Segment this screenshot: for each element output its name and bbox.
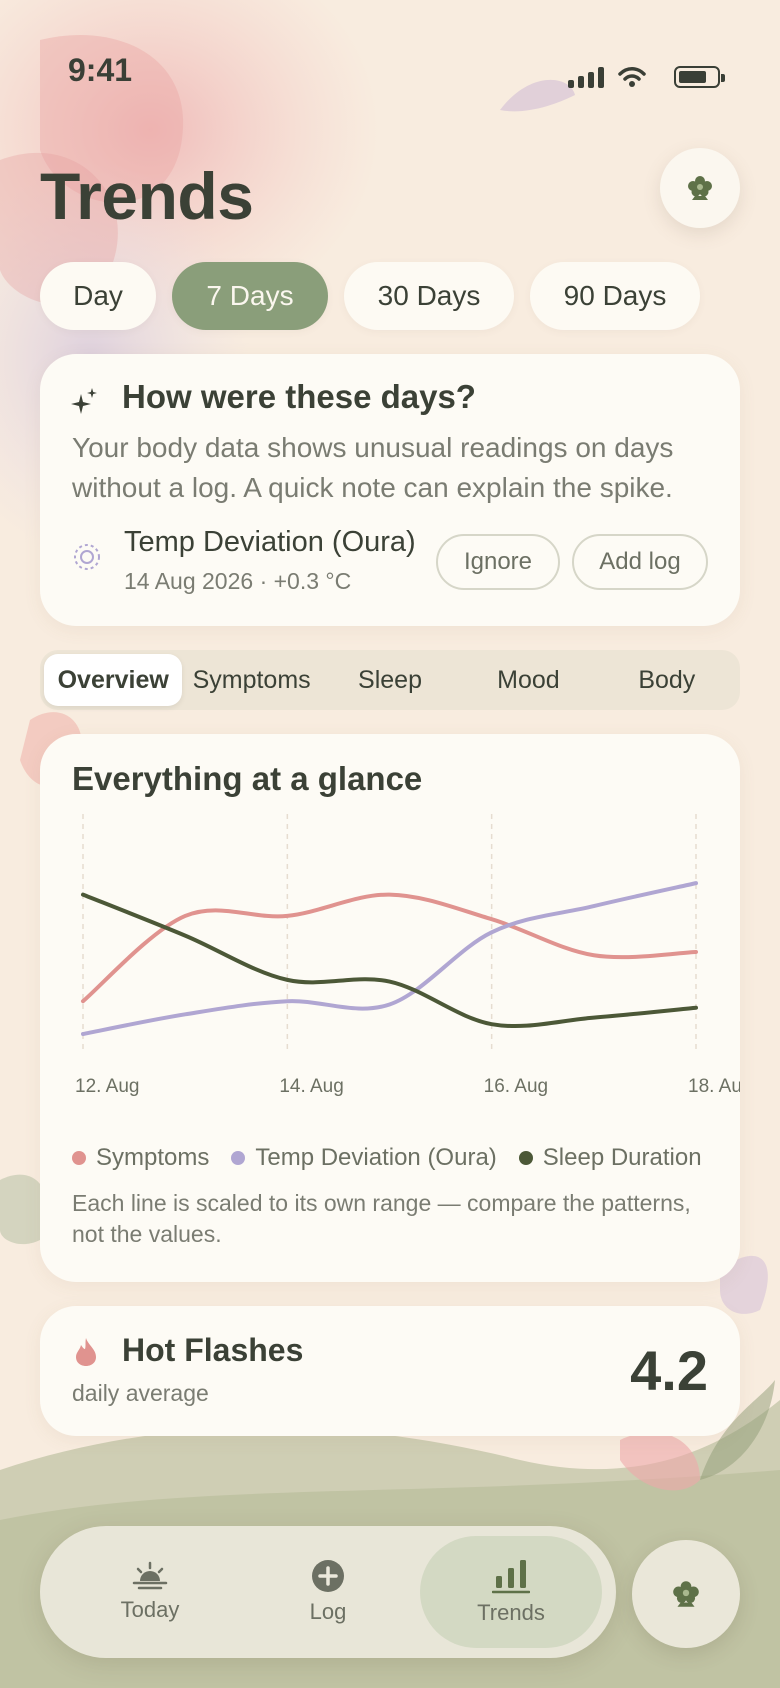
- range-selector: Day 7 Days 30 Days 90 Days: [40, 262, 700, 330]
- profile-button[interactable]: [660, 148, 740, 228]
- series-line-symptoms: [81, 892, 698, 1004]
- hot-flashes-subtitle: daily average: [72, 1380, 209, 1406]
- prompt-title: How were these days?: [122, 378, 476, 415]
- tab-mood[interactable]: Mood: [459, 654, 597, 706]
- hot-flashes-value: 4.2: [630, 1339, 708, 1402]
- tab-overview[interactable]: Overview: [44, 654, 183, 706]
- chart-legend: Symptoms Temp Deviation (Oura) Sleep Dur…: [72, 1144, 702, 1172]
- nav-trends[interactable]: Trends: [420, 1536, 602, 1648]
- nav-trends-label: Trends: [477, 1600, 545, 1625]
- status-time: 9:41: [68, 52, 133, 88]
- flower-icon: [673, 1581, 699, 1607]
- legend-dot: [231, 1151, 246, 1165]
- legend-dot: [518, 1151, 533, 1165]
- hot-flashes-title: Hot Flashes: [122, 1332, 304, 1368]
- signal-icon: [568, 66, 604, 88]
- battery-icon: [674, 66, 725, 88]
- prompt-metric-name: Temp Deviation (Oura): [124, 526, 416, 558]
- range-30-days[interactable]: 30 Days: [344, 262, 514, 330]
- legend-sleep: Sleep Duration: [518, 1144, 702, 1172]
- flame-icon: [76, 1338, 96, 1366]
- hot-flashes-card[interactable]: Hot Flashes daily average 4.2: [40, 1306, 740, 1436]
- legend-label: Sleep Duration: [542, 1144, 702, 1171]
- nav-log[interactable]: Log: [258, 1526, 398, 1658]
- x-tick-label: 14. Aug: [279, 1076, 343, 1097]
- wifi-icon: [618, 67, 646, 87]
- add-log-button[interactable]: Add log: [572, 534, 708, 590]
- log-prompt-card: How were these days? Your body data show…: [40, 354, 740, 626]
- tab-sleep[interactable]: Sleep: [321, 654, 459, 706]
- legend-symptoms: Symptoms: [72, 1144, 209, 1172]
- flower-icon: [688, 176, 712, 200]
- series-line-temp-deviation-oura: [81, 881, 698, 1036]
- chart-note: Each line is scaled to its own range — c…: [72, 1190, 691, 1247]
- nav-log-label: Log: [309, 1599, 347, 1624]
- bottom-nav: Today Log Trends: [40, 1526, 616, 1658]
- sparkle-icon: [71, 388, 97, 414]
- legend-temp: Temp Deviation (Oura): [231, 1144, 497, 1172]
- thermometer-ring-icon: [74, 544, 100, 570]
- x-tick-label: 12. Aug: [75, 1076, 139, 1097]
- prompt-metric-detail: 14 Aug 2026 · +0.3 °C: [124, 568, 352, 594]
- flower-action-button[interactable]: [632, 1540, 740, 1648]
- range-7-days[interactable]: 7 Days: [172, 262, 328, 330]
- status-icons: [568, 66, 725, 88]
- ignore-button[interactable]: Ignore: [436, 534, 560, 590]
- legend-dot: [72, 1151, 86, 1165]
- range-90-days[interactable]: 90 Days: [530, 262, 700, 330]
- bar-chart-icon: [492, 1560, 530, 1594]
- range-day[interactable]: Day: [40, 262, 156, 330]
- sunrise-icon: [132, 1561, 168, 1590]
- legend-label: Symptoms: [96, 1144, 210, 1171]
- tab-body[interactable]: Body: [598, 654, 736, 706]
- tab-symptoms[interactable]: Symptoms: [182, 654, 320, 706]
- nav-today-label: Today: [120, 1597, 180, 1622]
- prompt-body: Your body data shows unusual readings on…: [72, 432, 674, 503]
- x-tick-label: 16. Aug: [484, 1076, 548, 1097]
- legend-label: Temp Deviation (Oura): [255, 1144, 497, 1171]
- overview-line-chart: 12. Aug 14. Aug 16. Aug 18. Au: [75, 814, 740, 1097]
- trends-screen: 9:41 Trends Day 7 Days 30 Days 90 Days H…: [0, 0, 780, 1688]
- page-title: Trends: [40, 159, 254, 233]
- plus-circle-icon: [312, 1560, 344, 1592]
- x-tick-label: 18. Au: [688, 1076, 740, 1097]
- overview-chart-card: Everything at a glance 12. Aug 14. Aug 16.…: [40, 734, 740, 1282]
- section-tabs: Overview Symptoms Sleep Mood Body: [40, 650, 740, 710]
- chart-title: Everything at a glance: [72, 760, 423, 797]
- nav-today[interactable]: Today: [80, 1526, 220, 1658]
